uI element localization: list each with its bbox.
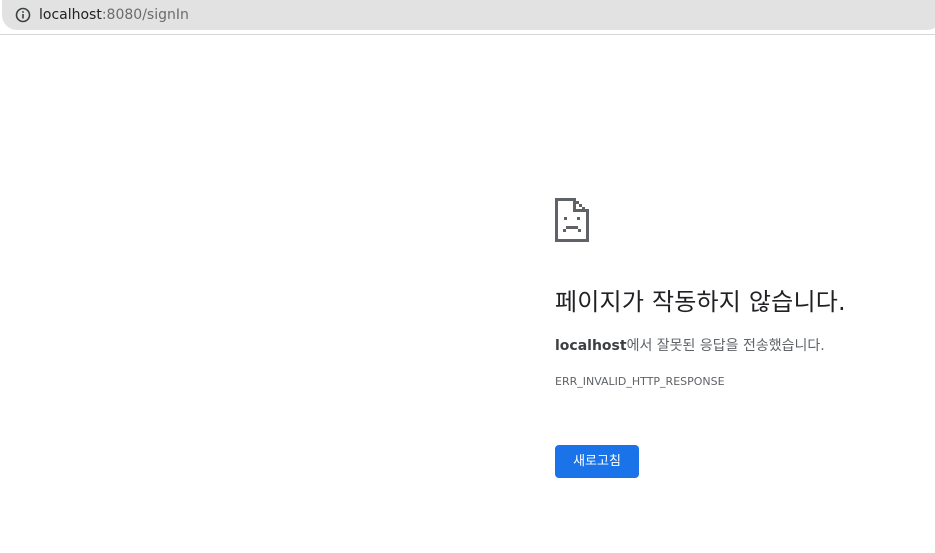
- omnibox[interactable]: localhost:8080/signIn: [2, 0, 935, 30]
- error-heading: 페이지가 작동하지 않습니다.: [555, 288, 846, 316]
- reload-button[interactable]: 새로고침: [555, 445, 639, 478]
- error-code: ERR_INVALID_HTTP_RESPONSE: [555, 375, 725, 388]
- error-description-text: 에서 잘못된 응답을 전송했습니다.: [626, 338, 825, 354]
- info-icon[interactable]: [14, 6, 32, 24]
- sad-page-icon: [555, 198, 589, 242]
- url-text[interactable]: localhost:8080/signIn: [39, 6, 189, 24]
- url-host: localhost: [39, 7, 102, 23]
- error-description: localhost에서 잘못된 응답을 전송했습니다.: [555, 336, 825, 356]
- error-host: localhost: [555, 338, 627, 354]
- url-path: :8080/signIn: [101, 7, 189, 23]
- browser-address-bar: localhost:8080/signIn: [0, 0, 935, 35]
